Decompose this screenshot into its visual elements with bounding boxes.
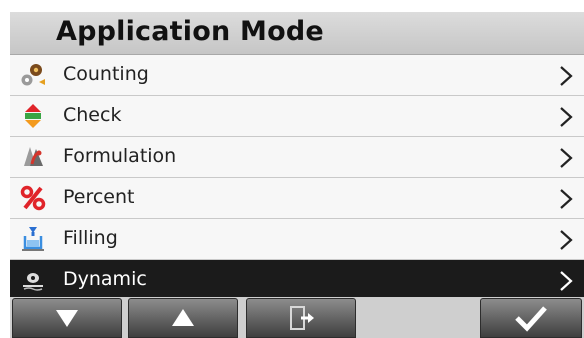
menu-item-dynamic[interactable]: Dynamic [10,260,584,301]
chevron-right-icon [558,147,574,169]
bottom-toolbar [10,297,584,338]
chevron-right-icon [558,229,574,251]
menu-item-label: Formulation [63,145,177,167]
percent-icon [20,185,46,211]
check-icon [20,103,46,129]
chevron-right-icon [558,270,574,292]
exit-icon [290,306,314,330]
dynamic-icon [20,267,46,293]
menu-item-percent[interactable]: Percent [10,178,584,219]
menu-item-filling[interactable]: Filling [10,219,584,260]
page-title: Application Mode [56,16,324,47]
scroll-up-button[interactable] [128,298,238,338]
application-mode-list: Counting Check Formulation Percent Filli… [10,55,584,301]
chevron-right-icon [558,188,574,210]
checkmark-icon [515,306,547,332]
chevron-right-icon [558,65,574,87]
menu-item-label: Percent [63,186,135,208]
menu-item-check[interactable]: Check [10,96,584,137]
menu-item-label: Dynamic [63,268,147,290]
arrow-up-icon [172,309,194,326]
menu-item-counting[interactable]: Counting [10,55,584,96]
header-bar: Application Mode [10,12,584,55]
accept-button[interactable] [480,298,582,338]
formulation-icon [20,144,46,170]
arrow-down-icon [56,310,78,327]
menu-item-formulation[interactable]: Formulation [10,137,584,178]
menu-item-label: Counting [63,63,149,85]
exit-button[interactable] [246,298,356,338]
application-mode-screen: Application Mode Counting Check Formulat… [10,12,584,338]
menu-item-label: Check [63,104,122,126]
menu-item-label: Filling [63,227,118,249]
chevron-right-icon [558,106,574,128]
scroll-down-button[interactable] [12,298,122,338]
filling-icon [20,226,46,252]
counting-icon [20,62,46,88]
